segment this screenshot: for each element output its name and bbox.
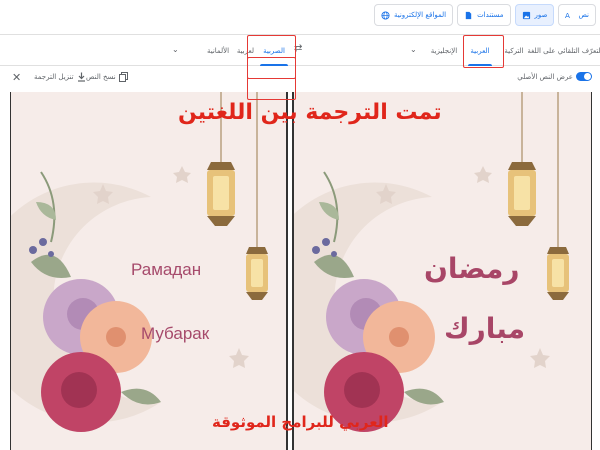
document-icon xyxy=(464,11,473,20)
download-label: تنزيل الترجمة xyxy=(34,73,74,81)
original-image-pane: رمضان مبارك xyxy=(292,92,592,450)
source-more-chevron-icon[interactable]: ⌄ xyxy=(410,45,417,54)
target-more-chevron-icon[interactable]: ⌄ xyxy=(172,45,179,54)
result-toolbar: عرض النص الأصلي نسخ النص تنزيل الترجمة ✕ xyxy=(0,66,600,90)
translated-image-pane: Рамадан Мубарак xyxy=(10,92,288,450)
show-original-toggle[interactable]: عرض النص الأصلي xyxy=(517,72,592,81)
target-language-highlight xyxy=(247,57,296,100)
image-icon xyxy=(522,11,531,20)
mode-images-label: صور xyxy=(534,11,548,19)
download-translation-button[interactable]: تنزيل الترجمة xyxy=(34,72,86,82)
target-tab-german[interactable]: الألمانية xyxy=(198,35,238,66)
show-original-label: عرض النص الأصلي xyxy=(517,72,573,81)
lantern-large-original xyxy=(508,162,536,226)
globe-icon xyxy=(381,10,390,20)
translated-line-2: Мубарак xyxy=(141,324,210,343)
lantern-small xyxy=(246,247,268,300)
translated-line-1: Рамадан xyxy=(131,260,202,279)
translate-icon: A xyxy=(565,11,574,20)
lantern-large xyxy=(207,162,235,226)
close-icon[interactable]: ✕ xyxy=(12,71,21,84)
mode-websites-label: المواقع الإلكترونية xyxy=(393,11,447,19)
lantern-small-original xyxy=(547,247,569,300)
copy-text-button[interactable]: نسخ النص xyxy=(86,72,128,82)
copy-text-label: نسخ النص xyxy=(86,73,116,81)
copy-icon xyxy=(118,72,128,82)
mode-images-button[interactable]: صور xyxy=(514,4,555,26)
mode-websites-button[interactable]: المواقع الإلكترونية xyxy=(373,4,454,26)
overlay-footer: العربي للبرامج الموثوقة xyxy=(212,413,389,431)
svg-text:A: A xyxy=(565,11,570,20)
source-tab-turkish-label: التركية xyxy=(504,46,524,55)
original-line-2: مبارك xyxy=(444,312,526,345)
download-icon xyxy=(77,72,85,82)
overlay-headline: تمت الترجمة بين اللغتين xyxy=(178,100,442,125)
original-line-1: رمضان xyxy=(424,252,520,285)
source-highlight-box xyxy=(463,35,504,68)
mode-documents-label: مستندات xyxy=(477,11,504,19)
mode-documents-button[interactable]: مستندات xyxy=(457,4,511,26)
mode-selector: A نص صور مستندات المواقع الإلكترونية xyxy=(373,4,596,26)
mode-text-label: نص xyxy=(578,11,589,19)
source-tab-detect[interactable]: التعرّف التلقائي على اللغة xyxy=(527,35,600,66)
toggle-switch-icon[interactable] xyxy=(576,72,592,81)
source-tab-english[interactable]: الإنجليزية xyxy=(424,35,464,66)
source-tab-english-label: الإنجليزية xyxy=(430,46,458,55)
language-bar: التعرّف التلقائي على اللغة التركية العرب… xyxy=(0,34,600,79)
source-tab-detect-label: التعرّف التلقائي على اللغة xyxy=(527,46,600,55)
mode-text-button[interactable]: A نص xyxy=(558,4,596,26)
target-tab-german-label: الألمانية xyxy=(206,46,230,55)
